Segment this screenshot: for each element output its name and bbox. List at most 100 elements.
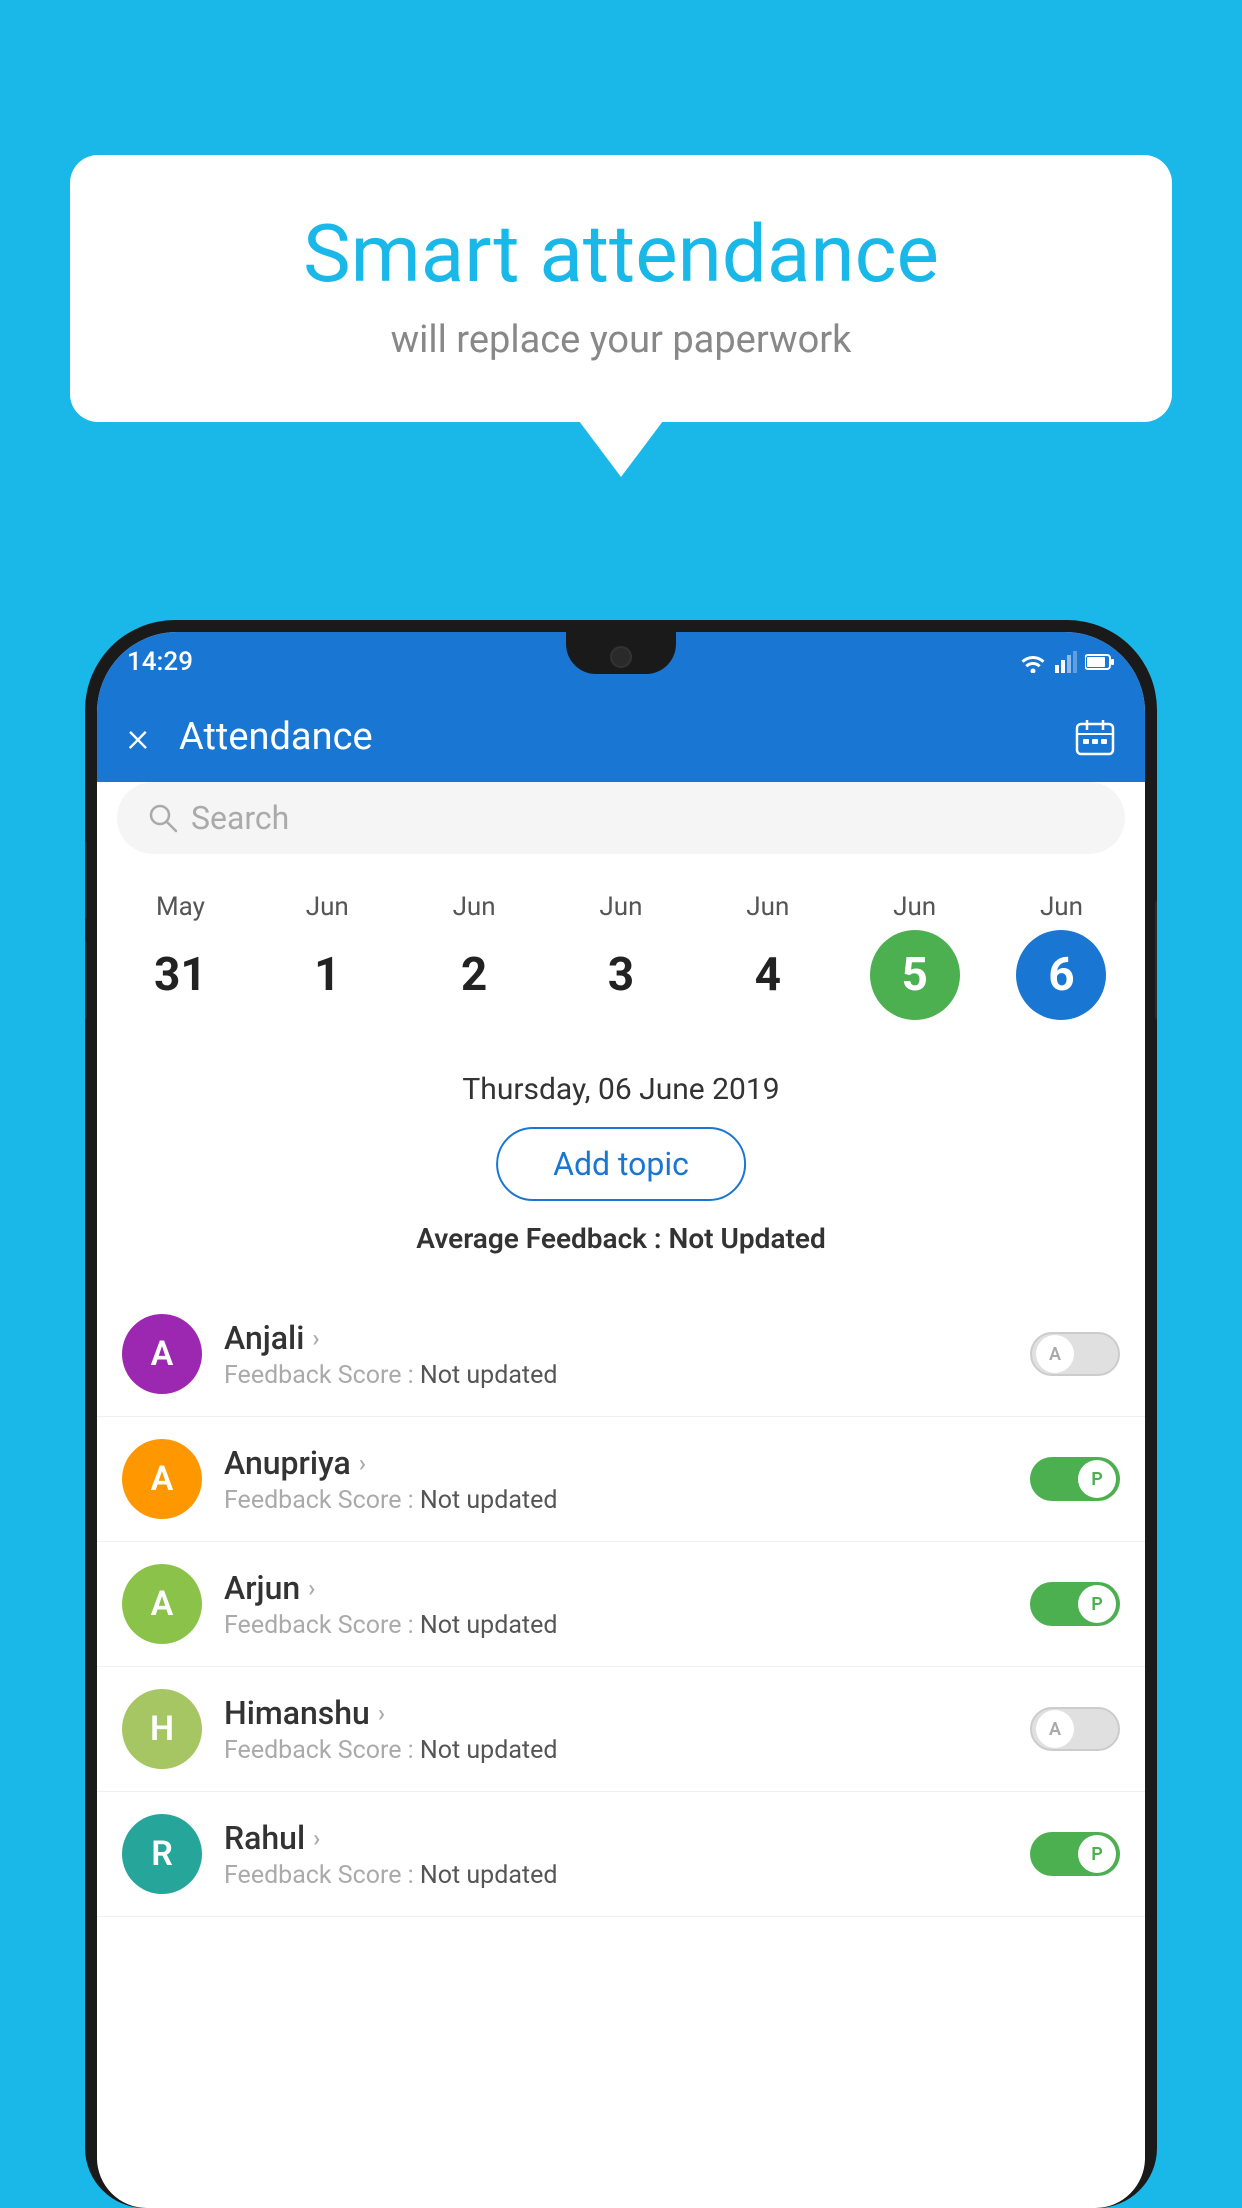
student-name: Himanshu › [224,1694,1030,1732]
student-item-3[interactable]: H Himanshu › Feedback Score : Not updatedA [97,1667,1145,1792]
feedback-value: Not updated [420,1736,558,1765]
student-item-4[interactable]: R Rahul › Feedback Score : Not updated P [97,1792,1145,1917]
search-icon [147,802,179,834]
student-list: AAnjali ›Feedback Score : Not updatedAAA… [97,1292,1145,2208]
toggle-knob: A [1036,1335,1074,1373]
phone-frame: 14:29 [85,620,1157,2208]
bubble-title: Smart attendance [130,210,1112,298]
status-time: 14:29 [127,647,193,677]
toggle-knob: P [1078,1460,1116,1498]
chevron-icon: › [313,1824,320,1852]
cal-date-number: 5 [870,930,960,1020]
feedback-value: Not updated [420,1486,558,1515]
student-info: Anupriya › Feedback Score : Not updated [224,1444,1030,1515]
student-avatar: A [122,1439,202,1519]
wifi-icon [1019,651,1047,673]
student-avatar: R [122,1814,202,1894]
power-button [1155,900,1157,1020]
camera [610,646,632,668]
speech-bubble-wrapper: Smart attendance will replace your paper… [70,155,1172,422]
cal-date-number: 1 [282,930,372,1020]
cal-date-number: 4 [723,930,813,1020]
student-name: Rahul › [224,1819,1030,1857]
toggle-track[interactable]: A [1030,1332,1120,1376]
cal-date-number: 3 [576,930,666,1020]
toggle-track[interactable]: A [1030,1707,1120,1751]
attendance-toggle[interactable]: A [1030,1707,1120,1751]
cal-day-5[interactable]: Jun 5 [855,892,975,1020]
notch [566,632,676,674]
chevron-icon: › [378,1699,385,1727]
toggle-track[interactable]: P [1030,1582,1120,1626]
search-placeholder: Search [191,799,289,837]
student-item-0[interactable]: AAnjali ›Feedback Score : Not updatedA [97,1292,1145,1417]
bubble-subtitle: will replace your paperwork [130,318,1112,362]
calendar-row: May 31 Jun 1 Jun 2 Jun 3 Jun 4 Jun 5 Jun 6 [97,872,1145,1020]
cal-month-label: May [156,892,205,922]
cal-date-number: 2 [429,930,519,1020]
status-icons [1019,651,1115,673]
avg-feedback-value: Not Updated [669,1222,826,1255]
cal-day-4[interactable]: Jun 4 [708,892,828,1020]
student-name: Arjun › [224,1569,1030,1607]
calendar-icon[interactable] [1075,718,1115,756]
feedback-value: Not updated [420,1361,558,1390]
attendance-toggle[interactable]: P [1030,1457,1120,1501]
battery-icon [1085,653,1115,671]
cal-day-6[interactable]: Jun 6 [1001,892,1121,1020]
student-feedback: Feedback Score : Not updated [224,1736,1030,1765]
selected-date-label: Thursday, 06 June 2019 [97,1072,1145,1107]
speech-bubble: Smart attendance will replace your paper… [70,155,1172,422]
chevron-icon: › [308,1574,315,1602]
app-bar: × Attendance [97,692,1145,782]
cal-month-label: Jun [746,892,789,922]
volume-up-button [85,840,87,920]
cal-date-number: 6 [1016,930,1106,1020]
cal-day-0[interactable]: May 31 [120,892,240,1020]
toggle-knob: P [1078,1585,1116,1623]
cal-month-label: Jun [306,892,349,922]
chevron-icon: › [359,1449,366,1477]
cal-date-number: 31 [135,930,225,1020]
close-button[interactable]: × [127,713,149,762]
student-info: Arjun › Feedback Score : Not updated [224,1569,1030,1640]
cal-day-3[interactable]: Jun 3 [561,892,681,1020]
student-item-2[interactable]: A Arjun › Feedback Score : Not updated P [97,1542,1145,1667]
student-info: Himanshu › Feedback Score : Not updated [224,1694,1030,1765]
student-avatar: A [122,1564,202,1644]
feedback-value: Not updated [420,1611,558,1640]
toggle-track[interactable]: P [1030,1457,1120,1501]
attendance-toggle[interactable]: P [1030,1832,1120,1876]
volume-down-button [85,940,87,1020]
cal-month-label: Jun [1040,892,1083,922]
feedback-value: Not updated [420,1861,558,1890]
phone-screen: 14:29 [97,632,1145,2208]
app-bar-title: Attendance [179,715,1075,759]
student-name: Anupriya › [224,1444,1030,1482]
cal-month-label: Jun [893,892,936,922]
avg-feedback: Average Feedback : Not Updated [97,1222,1145,1255]
signal-icon [1055,651,1077,673]
student-info: Anjali ›Feedback Score : Not updated [224,1319,1030,1390]
student-avatar: H [122,1689,202,1769]
add-topic-button[interactable]: Add topic [496,1127,746,1201]
student-name: Anjali › [224,1319,1030,1357]
attendance-toggle[interactable]: P [1030,1582,1120,1626]
cal-day-1[interactable]: Jun 1 [267,892,387,1020]
cal-month-label: Jun [453,892,496,922]
student-avatar: A [122,1314,202,1394]
student-item-1[interactable]: A Anupriya › Feedback Score : Not updated P [97,1417,1145,1542]
search-bar[interactable]: Search [117,782,1125,854]
student-feedback: Feedback Score : Not updated [224,1861,1030,1890]
cal-day-2[interactable]: Jun 2 [414,892,534,1020]
attendance-toggle[interactable]: A [1030,1332,1120,1376]
student-feedback: Feedback Score : Not updated [224,1611,1030,1640]
toggle-knob: P [1078,1835,1116,1873]
student-feedback: Feedback Score : Not updated [224,1486,1030,1515]
chevron-icon: › [312,1324,319,1352]
cal-month-label: Jun [599,892,642,922]
student-info: Rahul › Feedback Score : Not updated [224,1819,1030,1890]
toggle-track[interactable]: P [1030,1832,1120,1876]
avg-feedback-label: Average Feedback : [416,1222,668,1255]
toggle-knob: A [1036,1710,1074,1748]
